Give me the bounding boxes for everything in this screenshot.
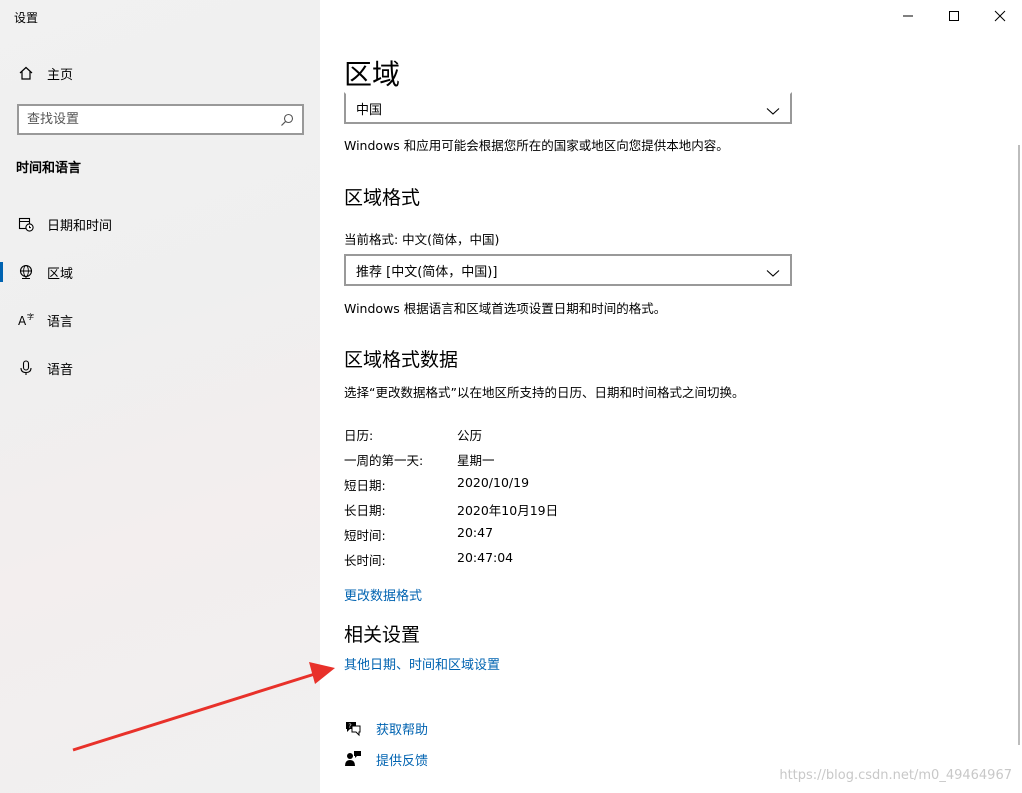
svg-text:A: A xyxy=(18,314,27,328)
sidebar-item-speech[interactable]: 语音 xyxy=(0,350,320,386)
current-format-label: 当前格式: 中文(简体，中国) xyxy=(344,232,500,247)
sidebar-item-region[interactable]: 区域 xyxy=(0,254,320,290)
country-description: Windows 和应用可能会根据您所在的国家或地区向您提供本地内容。 xyxy=(344,138,729,153)
data-row-key: 短时间: xyxy=(344,528,386,543)
active-indicator xyxy=(0,262,3,282)
sidebar-section-title: 时间和语言 xyxy=(16,161,82,176)
calendar-clock-icon xyxy=(17,215,35,233)
sidebar-item-language[interactable]: A字 语言 xyxy=(0,302,320,338)
related-heading: 相关设置 xyxy=(344,624,421,646)
chevron-down-icon xyxy=(766,102,780,121)
data-row-value: 2020年10月19日 xyxy=(457,503,559,518)
feedback-icon xyxy=(344,750,362,768)
data-row-key: 短日期: xyxy=(344,478,386,493)
help-chat-icon: ? xyxy=(344,719,362,737)
data-row-value: 20:47:04 xyxy=(457,550,514,565)
search-input[interactable] xyxy=(19,112,269,127)
format-heading: 区域格式 xyxy=(344,187,421,209)
sidebar: 设置 主页 时间和语言 日期和时间 区域 A字 语言 xyxy=(0,0,320,793)
format-value: 推荐 [中文(简体，中国)] xyxy=(356,264,498,280)
data-row-value: 公历 xyxy=(457,428,483,443)
format-description: Windows 根据语言和区域首选项设置日期和时间的格式。 xyxy=(344,301,667,316)
related-settings-link[interactable]: 其他日期、时间和区域设置 xyxy=(344,654,500,673)
sidebar-item-date-time[interactable]: 日期和时间 xyxy=(0,206,320,242)
home-icon xyxy=(17,64,35,82)
data-row-key: 长时间: xyxy=(344,553,386,568)
get-help-label: 获取帮助 xyxy=(376,722,429,738)
page-title: 区域 xyxy=(344,58,401,91)
search-box[interactable] xyxy=(17,104,304,135)
chevron-down-icon xyxy=(766,264,780,283)
data-row-value: 2020/10/19 xyxy=(457,475,530,490)
change-format-link[interactable]: 更改数据格式 xyxy=(344,585,422,604)
main-content: 区域 中国 Windows 和应用可能会根据您所在的国家或地区向您提供本地内容。… xyxy=(320,0,1022,793)
microphone-icon xyxy=(17,359,35,377)
sidebar-item-label: 日期和时间 xyxy=(47,218,113,234)
feedback-label: 提供反馈 xyxy=(376,753,429,769)
globe-icon xyxy=(17,263,35,281)
data-description: 选择“更改数据格式”以在地区所支持的日历、日期和时间格式之间切换。 xyxy=(344,385,745,400)
window-title: 设置 xyxy=(14,11,39,25)
feedback-link[interactable]: 提供反馈 xyxy=(344,748,428,770)
sidebar-item-label: 区域 xyxy=(47,266,74,282)
data-row-key: 长日期: xyxy=(344,503,386,518)
country-dropdown[interactable]: 中国 xyxy=(344,92,792,124)
data-row-key: 一周的第一天: xyxy=(344,453,424,468)
language-icon: A字 xyxy=(17,311,35,329)
watermark-text: https://blog.csdn.net/m0_49464967 xyxy=(779,768,1012,783)
sidebar-item-label: 语音 xyxy=(47,362,74,378)
data-row-key: 日历: xyxy=(344,428,374,443)
sidebar-item-home[interactable]: 主页 xyxy=(0,55,320,91)
format-dropdown[interactable]: 推荐 [中文(简体，中国)] xyxy=(344,254,792,286)
sidebar-item-label: 主页 xyxy=(47,67,74,83)
svg-text:?: ? xyxy=(348,722,351,730)
get-help-link[interactable]: ? 获取帮助 xyxy=(344,717,428,739)
data-row-value: 星期一 xyxy=(457,453,495,468)
data-row-value: 20:47 xyxy=(457,525,494,540)
country-value: 中国 xyxy=(356,102,383,118)
scrollbar[interactable] xyxy=(1018,145,1020,745)
sidebar-item-label: 语言 xyxy=(47,314,74,330)
search-icon[interactable] xyxy=(280,112,294,131)
svg-text:字: 字 xyxy=(27,312,34,321)
data-heading: 区域格式数据 xyxy=(344,349,459,371)
